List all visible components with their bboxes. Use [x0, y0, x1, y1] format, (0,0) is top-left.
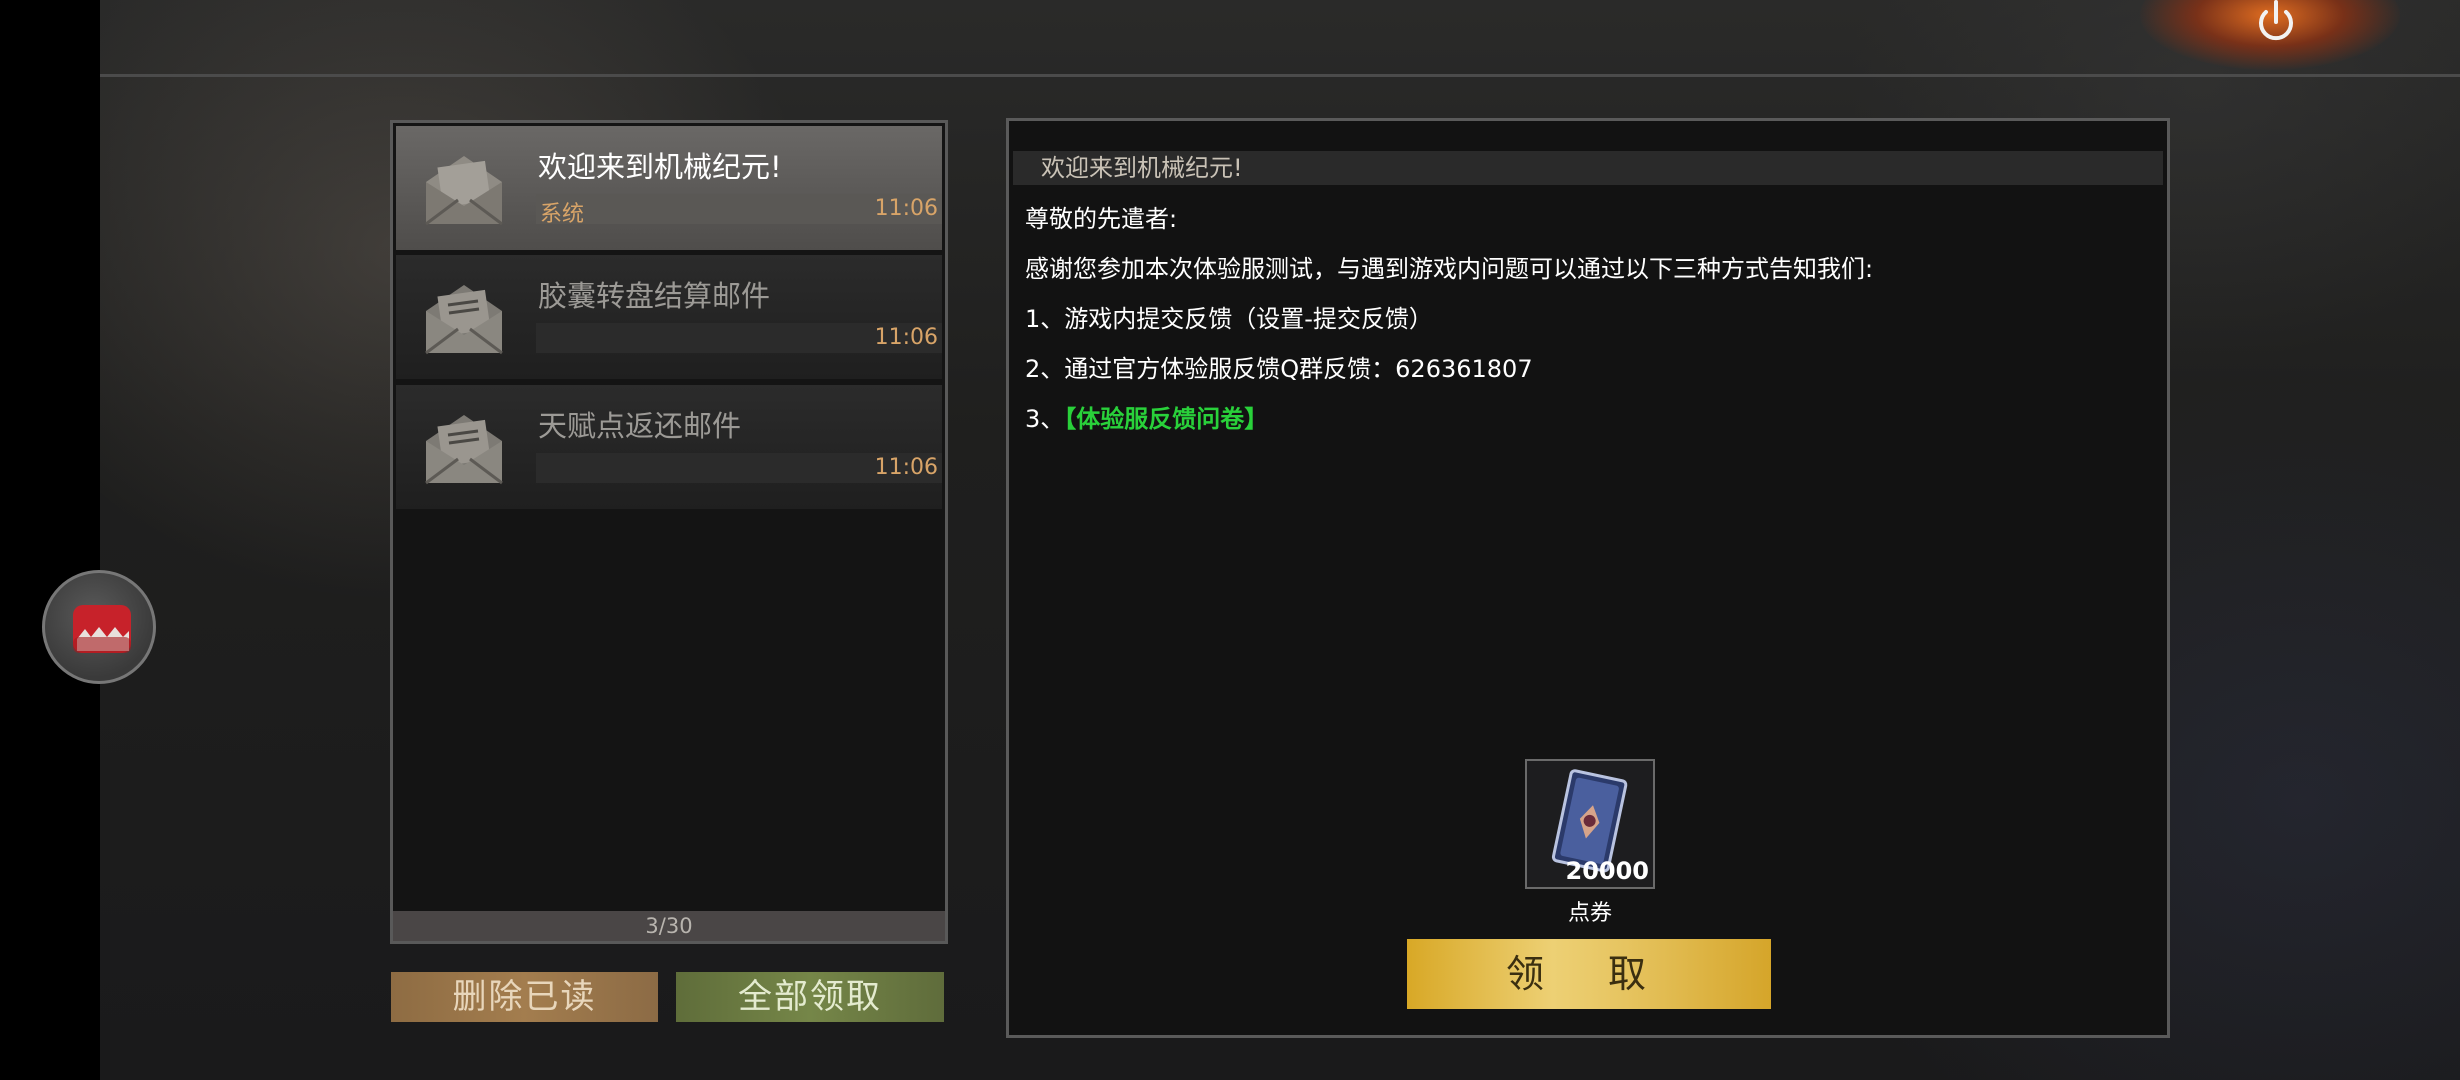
reward-count: 20000 [1565, 857, 1650, 885]
mail-time: 11:06 [874, 455, 938, 480]
item-3-prefix: 3、 [1025, 405, 1065, 433]
mail-item-1: 1、游戏内提交反馈（设置-提交反馈） [1025, 305, 1433, 333]
mail-title: 天赋点返还邮件 [538, 409, 742, 443]
mail-greeting: 尊敬的先遣者: [1025, 205, 1178, 233]
mail-detail-title: 欢迎来到机械纪元! [1013, 151, 2163, 185]
mail-body-intro: 感谢您参加本次体验服测试，与遇到游戏内问题可以通过以下三种方式告知我们: [1025, 255, 1874, 283]
claim-all-button[interactable]: 全部领取 [676, 972, 944, 1022]
envelope-icon [425, 285, 503, 355]
mail-meta-bar: 11:06 [536, 323, 942, 353]
top-divider [100, 74, 2460, 77]
mail-list-panel: 欢迎来到机械纪元! 系统 11:06 胶囊转盘结算邮件 11:06 天赋点返还邮… [390, 120, 948, 944]
side-menu-button[interactable] [42, 570, 156, 684]
mail-meta-bar: 11:06 [536, 453, 942, 483]
mail-title: 胶囊转盘结算邮件 [538, 279, 771, 313]
mail-time: 11:06 [874, 325, 938, 350]
mail-item-2: 2、通过官方体验服反馈Q群反馈：626361807 [1025, 355, 1533, 383]
mail-item[interactable]: 欢迎来到机械纪元! 系统 11:06 [396, 126, 942, 250]
monster-mouth-icon [73, 605, 131, 653]
mail-time: 11:06 [874, 196, 938, 221]
envelope-icon [425, 415, 503, 485]
mail-item[interactable]: 胶囊转盘结算邮件 11:06 [396, 255, 942, 379]
mail-item-3: 3、【体验服反馈问卷】 [1025, 399, 1268, 434]
claim-button[interactable]: 领 取 [1407, 939, 1771, 1009]
envelope-icon [425, 156, 503, 226]
reward-name: 点券 [1567, 901, 1612, 926]
mail-item[interactable]: 天赋点返还邮件 11:06 [396, 385, 942, 509]
mail-title: 欢迎来到机械纪元! [538, 150, 782, 184]
delete-read-button[interactable]: 删除已读 [391, 972, 658, 1022]
mail-count-pager: 3/30 [393, 911, 945, 941]
power-icon[interactable] [2254, 0, 2298, 48]
mail-meta-bar: 系统 11:06 [536, 194, 942, 227]
survey-link[interactable]: 【体验服反馈问卷】 [1064, 405, 1268, 433]
reward-item[interactable]: 20000 [1525, 759, 1655, 889]
mail-sender: 系统 [540, 202, 585, 227]
mail-detail-panel: 欢迎来到机械纪元! 尊敬的先遣者: 感谢您参加本次体验服测试，与遇到游戏内问题可… [1006, 118, 2170, 1038]
